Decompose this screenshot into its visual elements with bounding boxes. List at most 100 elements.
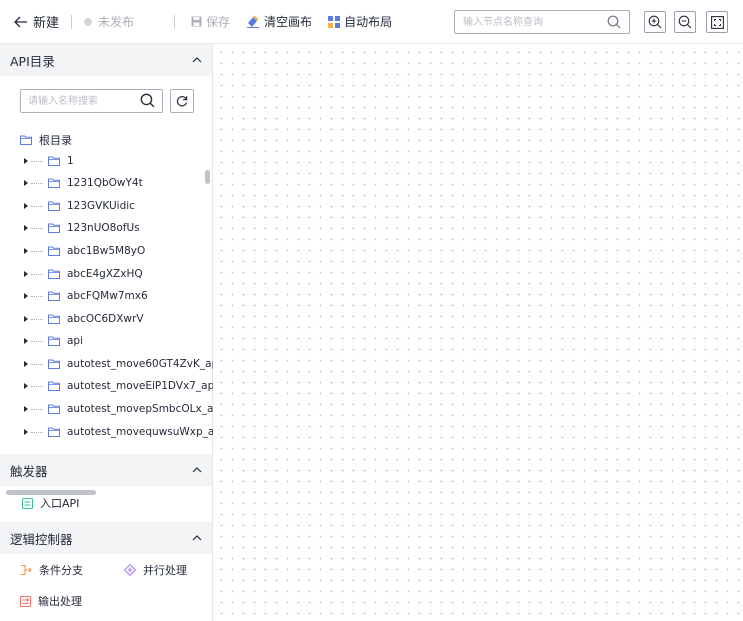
chevron-up-icon xyxy=(192,57,202,63)
tree-line xyxy=(31,431,43,433)
api-tree: 根目录 1 1231QbOwY4t 123GVKUidic 123nUO8ofU… xyxy=(0,124,213,454)
api-section-title: API目录 xyxy=(10,53,55,69)
divider xyxy=(174,14,176,29)
fit-view-button[interactable] xyxy=(706,11,728,33)
entry-api-icon xyxy=(22,497,33,509)
refresh-button[interactable] xyxy=(170,89,194,113)
back-button[interactable]: 新建 xyxy=(14,12,59,31)
caret-right-icon[interactable] xyxy=(24,429,28,435)
tree-item-label: abcOC6DXwrV xyxy=(67,313,144,325)
status-dot-icon xyxy=(84,17,93,26)
api-search-row xyxy=(20,89,194,113)
tree-item-label: 123GVKUidic xyxy=(67,200,135,212)
tree-line xyxy=(31,408,43,410)
auto-layout-button[interactable]: 自动布局 xyxy=(328,13,392,30)
tree-item-label: abc1Bw5M8yO xyxy=(67,245,146,257)
branch-icon xyxy=(21,564,32,576)
folder-icon xyxy=(20,135,32,145)
tree-item-label: 1231QbOwY4t xyxy=(67,177,143,189)
logic-section-header[interactable]: 逻辑控制器 xyxy=(0,522,212,554)
tree-item-label: autotest_move60GT4ZvK_api xyxy=(67,358,213,370)
caret-right-icon[interactable] xyxy=(24,361,28,367)
tree-item[interactable]: 123nUO8ofUs xyxy=(24,219,140,237)
caret-right-icon[interactable] xyxy=(24,225,28,231)
tree-item[interactable]: abc1Bw5M8yO xyxy=(24,242,145,260)
folder-icon xyxy=(48,291,60,301)
arrow-left-icon xyxy=(14,16,27,27)
node-search-input[interactable] xyxy=(463,12,603,32)
zoom-out-icon xyxy=(678,15,692,29)
tree-line xyxy=(31,182,43,184)
tree-line xyxy=(31,250,43,252)
caret-right-icon[interactable] xyxy=(24,293,28,299)
tree-item[interactable]: 123GVKUidic xyxy=(24,197,135,215)
tree-item[interactable]: autotest_movepSmbcOLx_api xyxy=(24,400,213,418)
parallel-process-node[interactable]: 并行处理 xyxy=(124,562,187,578)
folder-icon xyxy=(48,336,60,346)
caret-right-icon[interactable] xyxy=(24,158,28,164)
search-icon[interactable] xyxy=(607,15,621,29)
tree-item[interactable]: api xyxy=(24,332,83,350)
folder-icon xyxy=(48,404,60,414)
tree-item-label: api xyxy=(67,335,84,347)
api-search-box xyxy=(20,89,163,113)
clear-canvas-label: 清空画布 xyxy=(264,15,313,29)
search-icon[interactable] xyxy=(140,93,155,108)
caret-right-icon[interactable] xyxy=(24,406,28,412)
condition-branch-label: 条件分支 xyxy=(39,564,83,577)
tree-item[interactable]: 1 xyxy=(24,152,74,170)
api-search-input[interactable] xyxy=(28,90,138,112)
folder-icon xyxy=(48,156,60,166)
tree-item[interactable]: abcE4gXZxHQ xyxy=(24,265,143,283)
auto-layout-label: 自动布局 xyxy=(344,15,393,29)
caret-right-icon[interactable] xyxy=(24,271,28,277)
zoom-in-button[interactable] xyxy=(644,11,666,33)
condition-branch-node[interactable]: 条件分支 xyxy=(20,562,83,578)
layout-icon xyxy=(328,15,341,28)
fit-view-icon xyxy=(710,15,724,29)
flow-canvas[interactable] xyxy=(213,44,743,621)
page-title: 新建 xyxy=(33,16,60,31)
tree-item[interactable]: 1231QbOwY4t xyxy=(24,174,143,192)
caret-right-icon[interactable] xyxy=(24,338,28,344)
tree-item-label: autotest_movequwsuWxp_api xyxy=(67,426,213,438)
divider xyxy=(71,14,73,29)
folder-icon xyxy=(48,201,60,211)
output-process-node[interactable]: 输出处理 xyxy=(20,593,82,609)
chevron-up-icon xyxy=(192,467,202,473)
tree-item-label: autotest_moveEiP1DVx7_api1 xyxy=(67,380,213,392)
clear-canvas-button[interactable]: 清空画布 xyxy=(246,13,312,30)
chevron-up-icon xyxy=(192,535,202,541)
entry-api-node[interactable]: 入口API xyxy=(22,495,79,511)
api-section-header[interactable]: API目录 xyxy=(0,44,212,76)
tree-item[interactable]: abcFQMw7mx6 xyxy=(24,287,148,305)
folder-icon xyxy=(48,178,60,188)
status-text: 未发布 xyxy=(98,15,135,29)
caret-right-icon[interactable] xyxy=(24,316,28,322)
tree-item[interactable]: abcOC6DXwrV xyxy=(24,310,144,328)
caret-right-icon[interactable] xyxy=(24,203,28,209)
zoom-out-button[interactable] xyxy=(674,11,696,33)
folder-icon xyxy=(48,381,60,391)
tree-line xyxy=(31,273,43,275)
save-button[interactable]: 保存 xyxy=(191,13,230,30)
caret-right-icon[interactable] xyxy=(24,383,28,389)
tree-item[interactable]: autotest_move60GT4ZvK_api xyxy=(24,355,213,373)
tree-item[interactable]: autotest_movequwsuWxp_api xyxy=(24,423,213,441)
tree-root[interactable]: 根目录 xyxy=(20,132,72,148)
status-badge: 未发布 xyxy=(84,13,134,30)
tree-line xyxy=(31,160,43,162)
tree-item[interactable]: autotest_moveEiP1DVx7_api1 xyxy=(24,377,213,395)
logic-section-title: 逻辑控制器 xyxy=(10,531,73,547)
node-panel: API目录 根目录 1 1231QbOwY4t 123GVKUidic 123n… xyxy=(0,44,213,621)
eraser-icon xyxy=(247,15,260,28)
caret-right-icon[interactable] xyxy=(24,180,28,186)
trigger-section-title: 触发器 xyxy=(10,463,48,479)
output-process-label: 输出处理 xyxy=(38,595,82,608)
entry-api-label: 入口API xyxy=(40,497,80,510)
zoom-in-icon xyxy=(648,15,662,29)
tree-vertical-scrollbar[interactable] xyxy=(205,170,210,184)
tree-line xyxy=(31,385,43,387)
trigger-section-header[interactable]: 触发器 xyxy=(0,454,212,486)
caret-right-icon[interactable] xyxy=(24,248,28,254)
